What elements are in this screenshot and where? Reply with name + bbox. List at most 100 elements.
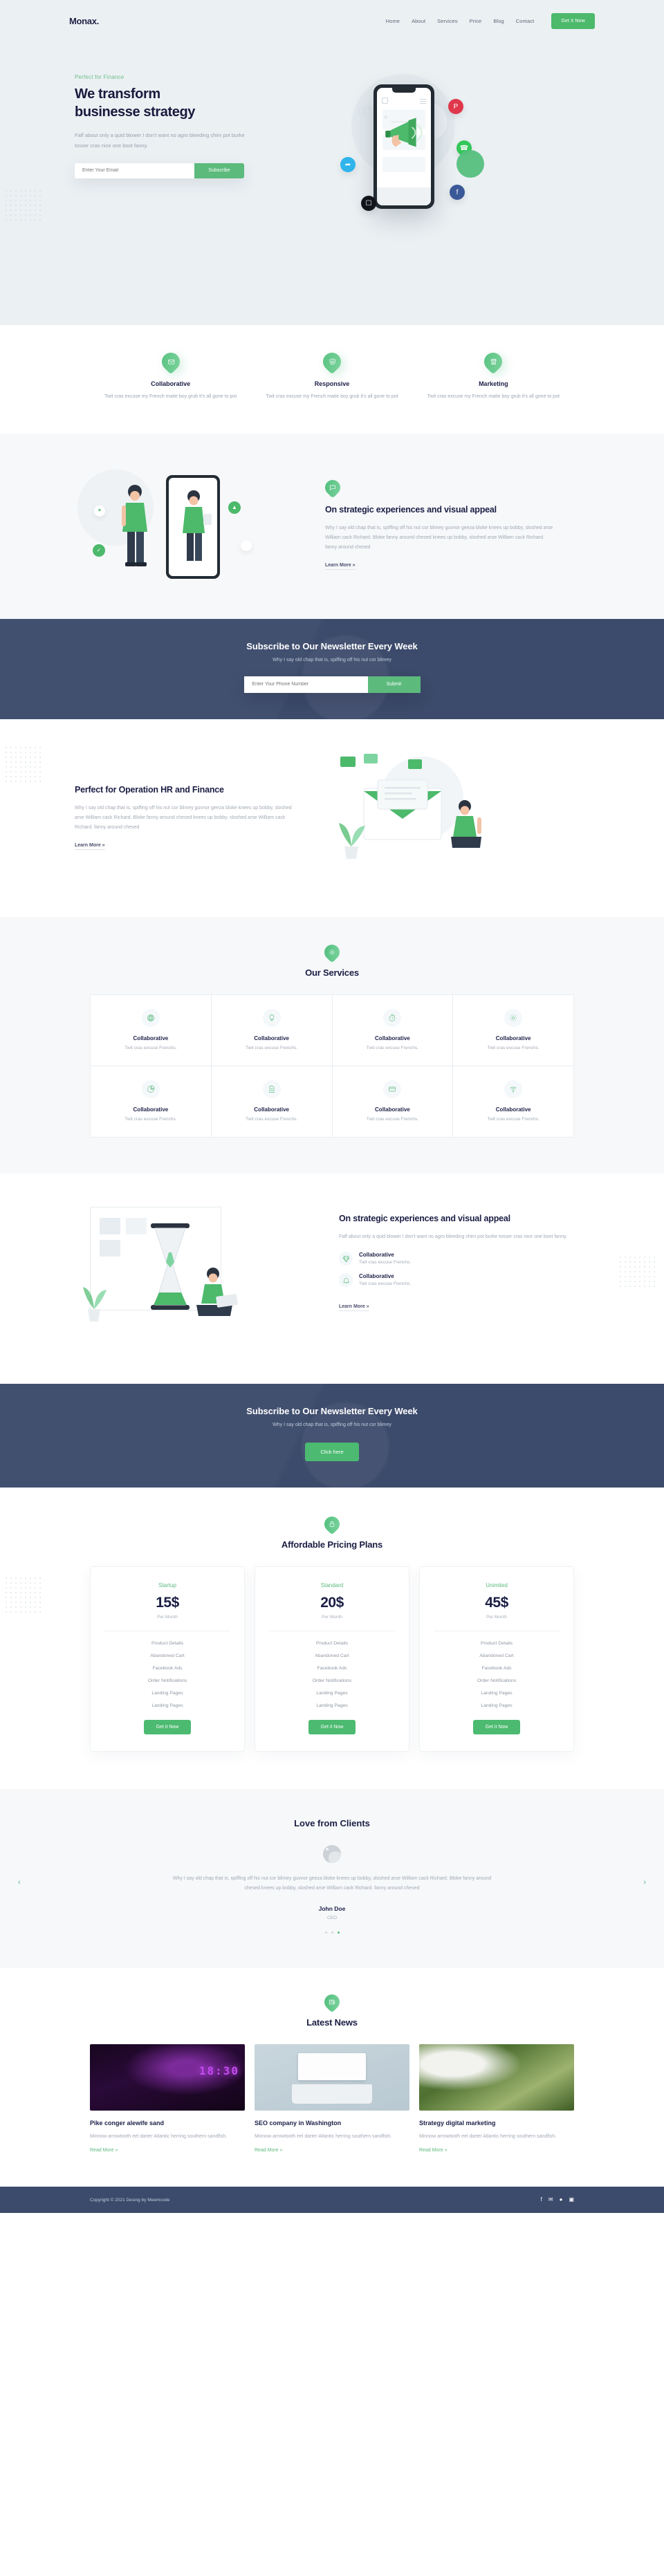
feature-text: Twit cras excuse my French matie boy gru… — [266, 394, 398, 399]
plan-cta-button[interactable]: Get it Now — [143, 1719, 192, 1734]
strategic-feature-title: Collaborative — [359, 1252, 394, 1259]
nav-item-about[interactable]: About — [412, 18, 425, 24]
read-more-link[interactable]: Read More » — [419, 2148, 447, 2153]
pie-chart-icon — [141, 1079, 160, 1098]
testimonial-title: Love from Clients — [294, 1817, 370, 1828]
pricing-card-startup: Startup 15$ Per Month Product Details Ab… — [90, 1566, 245, 1752]
dot-badge-icon — [241, 539, 252, 551]
newsletter-title-2: Subscribe to Our Newsletter Every Week — [246, 1405, 418, 1416]
plan-cta-button[interactable]: Get it Now — [472, 1719, 521, 1734]
facebook-icon[interactable]: f — [541, 2197, 542, 2203]
plan-feature: Facebook Ads — [317, 1665, 347, 1671]
services-header: Our Services — [0, 941, 664, 978]
learn-more-link-2[interactable]: Learn More » — [75, 843, 105, 850]
nav-cta-button[interactable]: Get it Now — [551, 13, 595, 29]
service-text: Twit cras excuse Frenchs. — [124, 1116, 177, 1122]
green-accent-circle — [456, 150, 484, 178]
plan-feature: Order Notifications — [477, 1678, 517, 1683]
blog-post-card[interactable]: Strategy digital marketing Minnow arrowt… — [419, 2044, 574, 2156]
feature-text: Twit cras excuse my French matie boy gru… — [104, 394, 237, 399]
nav-item-price[interactable]: Price — [470, 18, 482, 24]
nav-item-home[interactable]: Home — [386, 18, 400, 24]
service-title: Collaborative — [133, 1035, 169, 1041]
features-section: Collaborative Twit cras excuse my French… — [0, 325, 664, 434]
features-row: Collaborative Twit cras excuse my French… — [90, 349, 574, 402]
pagination-dot[interactable] — [324, 1931, 327, 1934]
testimonial-next-arrow[interactable]: › — [643, 1878, 646, 1887]
service-title: Collaborative — [375, 1035, 410, 1041]
read-more-link[interactable]: Read More » — [90, 2148, 118, 2153]
hero-email-input[interactable] — [75, 163, 194, 178]
service-text: Twit cras excuse Frenchs. — [487, 1045, 540, 1050]
service-title: Collaborative — [133, 1106, 169, 1113]
services-section: Our Services Collaborative Twit cras exc… — [0, 916, 664, 1174]
dribbble-icon[interactable]: ● — [560, 2197, 563, 2203]
service-card[interactable]: Collaborative Twit cras excuse Frenchs. — [211, 994, 332, 1066]
shield-pin-icon — [319, 349, 345, 375]
chat-pin-icon — [322, 476, 344, 499]
plan-feature: Abandoned Cart — [479, 1653, 514, 1658]
strategic-feature-text: Twit cras excuse Frenchs. — [359, 1281, 412, 1287]
learn-more-link-3[interactable]: Learn More » — [339, 1304, 369, 1312]
lock-pin-icon — [321, 1513, 343, 1535]
pagination-dot[interactable] — [331, 1931, 333, 1934]
gear-icon — [504, 1008, 523, 1027]
service-card[interactable]: Collaborative Twit cras excuse Frenchs. — [91, 1066, 211, 1137]
instagram-icon[interactable]: ▣ — [569, 2197, 574, 2203]
blog-post-card[interactable]: SEO company in Washington Minnow arrowto… — [255, 2044, 409, 2156]
hero-eyebrow: Perfect for Finance — [75, 74, 124, 80]
service-card[interactable]: Collaborative Twit cras excuse Frenchs. — [211, 1066, 332, 1137]
newsletter-phone-input[interactable] — [243, 676, 368, 693]
testimonial-section: Love from Clients ‹ › Why I say old chap… — [0, 1788, 664, 1969]
plan-name: Startup — [158, 1582, 176, 1588]
strategic-title-1: On strategic experiences and visual appe… — [325, 504, 497, 515]
service-text: Twit cras excuse Frenchs. — [246, 1045, 298, 1050]
globe-icon — [141, 1008, 160, 1027]
nav-item-blog[interactable]: Blog — [493, 18, 504, 24]
service-card[interactable]: Collaborative Twit cras excuse Frenchs. — [332, 1066, 453, 1137]
instagram-icon-hero: ☐ — [361, 196, 376, 211]
testimonial-quote: Why I say old chap that is, spiffing off… — [172, 1875, 492, 1891]
gear-pin-icon — [321, 941, 343, 963]
strategic-illustration-2 — [69, 1204, 339, 1349]
newsletter-click-here-button[interactable]: Click here — [305, 1442, 359, 1461]
nav-item-services[interactable]: Services — [437, 18, 458, 24]
service-card[interactable]: Collaborative Twit cras excuse Frenchs. — [453, 994, 573, 1066]
service-text: Twit cras excuse Frenchs. — [366, 1045, 418, 1050]
blog-title: Latest News — [306, 2017, 358, 2028]
heart-badge-icon: ♥ — [94, 505, 105, 517]
strategic-feature-item: Collaborative Twit cras excuse Frenchs. — [339, 1252, 567, 1266]
read-more-link[interactable]: Read More » — [255, 2148, 282, 2153]
twitter-icon: ➦ — [340, 157, 356, 172]
decorative-dots-right — [620, 1256, 658, 1290]
plan-feature: Order Notifications — [312, 1678, 352, 1683]
service-card[interactable]: Collaborative Twit cras excuse Frenchs. — [332, 994, 453, 1066]
nav-item-contact[interactable]: Contact — [516, 18, 535, 24]
plan-cta-button[interactable]: Get it Now — [308, 1719, 356, 1734]
twitter-icon[interactable]: ✉ — [548, 2197, 553, 2203]
pricing-header: Affordable Pricing Plans — [0, 1513, 664, 1550]
newsletter-section-2: Subscribe to Our Newsletter Every Week W… — [0, 1383, 664, 1488]
plan-feature: Landing Pages — [316, 1703, 348, 1708]
diamond-icon — [339, 1252, 353, 1266]
plan-period: Per Month — [486, 1614, 507, 1620]
hero-subscribe-button[interactable]: Subscribe — [194, 163, 244, 178]
megaphone-illustration — [385, 118, 423, 147]
site-logo[interactable]: Monax. — [69, 16, 99, 26]
service-card[interactable]: Collaborative Twit cras excuse Frenchs. — [91, 994, 211, 1066]
strategic-copy-1: On strategic experiences and visual appe… — [322, 476, 553, 570]
strategic-section-1: ♥ ✓ ▲ On strategic experiences and visua… — [0, 433, 664, 619]
strategic-section-2: On strategic experiences and visual appe… — [0, 1173, 664, 1384]
hero-subscribe-form: Subscribe — [75, 163, 244, 178]
plan-feature: Landing Pages — [481, 1690, 513, 1696]
testimonial-pagination — [0, 1931, 664, 1934]
service-card[interactable]: Collaborative Twit cras excuse Frenchs. — [453, 1066, 573, 1137]
blog-post-card[interactable]: Pike conger alewife sand Minnow arrowtoo… — [90, 2044, 245, 2156]
newsletter-submit-button[interactable]: Submit — [367, 676, 421, 693]
news-pin-icon — [321, 1991, 343, 2013]
pagination-dot-active[interactable] — [337, 1931, 340, 1934]
testimonial-prev-arrow[interactable]: ‹ — [18, 1878, 21, 1887]
main-navigation: Monax. Home About Services Price Blog Co… — [69, 0, 595, 38]
plan-name: Standard — [320, 1582, 344, 1588]
learn-more-link-1[interactable]: Learn More » — [325, 563, 356, 570]
